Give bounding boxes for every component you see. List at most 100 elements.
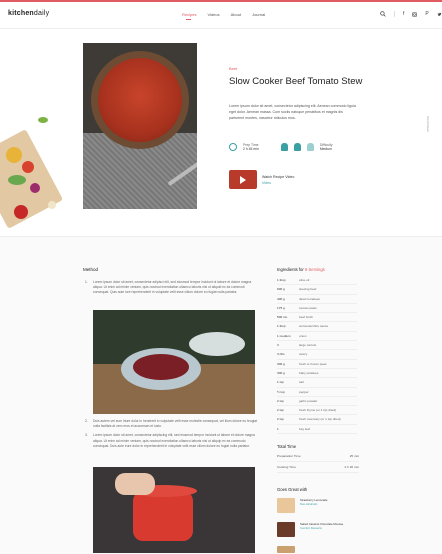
ingredient-quantity: 300 g [277,370,285,375]
ingredient-name: bay leaf [299,426,310,431]
recipe-category[interactable]: Beef [229,66,237,71]
main-nav: Recipes Videos About Journal [182,12,265,20]
ingredient-name: diced tomatoes [299,296,320,301]
recipe-video-link[interactable]: Watch Recipe Video Video [229,170,294,189]
ingredient-row: 2 tsp fresh rosemary (or 1 tsp dried) [277,415,357,425]
ingredient-quantity: 1 tbsp [277,278,286,282]
ingredient-quantity: 400 g [277,296,285,301]
ingredient-row: 1 tbsp olive oil [277,276,357,286]
ingredient-quantity: 2 tsp [277,408,284,413]
ingredient-row: 500 mL beef broth [277,313,357,323]
ingredient-row: 1 tbsp worcestershire sauce [277,322,357,332]
ingredient-name: pepper [299,389,309,394]
total-time-heading: Total Time [277,444,297,449]
chef-hat-icon [306,143,314,151]
ingredient-row: 300 g baby potatoes [277,369,357,379]
scroll-down-text: Scroll Down [426,116,430,133]
vegetables-board-image [0,109,78,229]
pairing-thumbnail[interactable] [277,546,295,553]
pairing-item[interactable]: Salted Caramel Chocolate Mousse Comfort D… [277,522,343,537]
difficulty: Difficulty Medium [319,143,333,151]
ingredient-quantity: 2 tsp [277,398,284,403]
ingredient-quantity: 900 g [277,287,285,292]
ingredient-quantity: 500 mL [277,315,288,320]
method-step: 1. Lorem ipsum dolor sit amet, consectetu… [85,280,252,295]
nav-journal[interactable]: Journal [252,12,265,17]
recipe-meta: Prep Time 2 h 45 min Difficulty Medium [229,143,333,151]
ingredient-quantity: 1 medium [277,333,291,338]
recipe-title: Slow Cooker Beef Tomato Stew [229,76,363,87]
ingredient-quantity: 3 [277,343,279,348]
ingredient-quantity: 175 g [277,305,285,310]
ingredient-row: 300 g fresh or frozen peas [277,360,357,369]
nav-videos[interactable]: Videos [207,12,219,17]
ingredient-name: baby potatoes [299,370,319,375]
header-icons: f P [380,11,442,17]
recipe-intro: Lorem ipsum dolor sit amet, consectetur … [229,104,356,120]
ingredient-row: 400 g diced tomatoes [277,295,357,304]
ingredient-name: salt [299,380,304,385]
ingredient-quantity: 1 tsp [277,380,284,385]
ingredient-name: onion [299,333,307,338]
site-logo[interactable]: kitchendaily [8,10,49,17]
ingredient-name: fresh thyme (or 1 tsp dried) [299,408,337,413]
ingredient-name: beef broth [299,315,313,320]
pairing-thumbnail[interactable] [277,498,295,513]
nav-about[interactable]: About [231,12,241,17]
facebook-icon[interactable]: f [403,11,404,17]
ingredient-name: garlic powder [299,398,318,403]
video-thumbnail[interactable] [229,170,257,189]
clock-icon [229,143,237,151]
ingredient-row: 900 g stewing beef [277,285,357,295]
ingredient-name: worcestershire sauce [299,324,329,329]
ingredient-name: olive oil [299,278,310,282]
cook-time-row: Cooking Time 2 h 20 min [277,463,359,473]
header-divider [394,11,395,17]
instagram-icon[interactable] [412,11,418,17]
pairing-item[interactable]: Strawberry Lemonade Non-Alcoholic [277,498,328,513]
ingredient-row: 1 medium onion [277,332,357,342]
goes-great-heading: Goes Great with [277,487,308,492]
ingredient-quantity: ½ tsp [277,389,285,394]
method-step: 3. Lorem ipsum dolor sit amet, consectetu… [85,433,255,448]
twitter-icon[interactable] [437,12,442,17]
ingredient-quantity: 2 tsp [277,417,284,422]
video-subtitle: Video [262,180,272,185]
ingredient-quantity: 1 tbsp [277,324,286,329]
method-heading: Method [83,267,99,272]
ingredient-name: tomato paste [299,305,317,310]
ingredient-quantity: 300 g [277,361,285,366]
ingredient-row: ½ tsp pepper [277,388,357,397]
video-title[interactable]: Watch Recipe Video [262,174,294,180]
prep-time-row: Preparation Time 25 min [277,452,359,462]
ingredient-name: fresh or frozen peas [299,361,327,366]
ingredient-row: 2 tsp fresh thyme (or 1 tsp dried) [277,406,357,416]
pinterest-icon[interactable]: P [425,11,428,17]
recipe-main-image [83,43,197,209]
nav-recipes[interactable]: Recipes [182,12,196,20]
method-steps: 1. Lorem ipsum dolor sit amet, consectetu… [85,280,257,296]
site-header: kitchendaily Recipes Videos About Journa… [0,2,442,29]
recipe-hero [0,29,442,234]
ingredient-row: 1 tsp salt [277,378,357,388]
ingredients-list: 1 tbsp olive oil 900 g stewing beef 400 g dic… [277,276,357,435]
pairing-thumbnail[interactable] [277,522,295,537]
prep-time: Prep Time 2 h 45 min [243,143,259,151]
ingredient-row: 3 ribs celery [277,350,357,360]
ingredient-name: large carrots [299,343,317,348]
raw-beef-image [93,310,255,414]
servings-selector[interactable]: 6 Servings [305,267,325,272]
chef-hat-icon [280,143,288,151]
method-step: 2. Duis autem vel eum iriure dolor in hen… [85,419,258,429]
ingredients-heading: Ingredients for 6 Servings [277,267,325,272]
ingredient-name: celery [299,352,308,357]
dutch-oven-image [93,467,255,553]
ingredient-quantity: 3 ribs [277,352,285,357]
ingredient-row: 175 g tomato paste [277,304,357,314]
ingredient-name: fresh rosemary (or 1 tsp dried) [299,417,341,422]
search-icon[interactable] [380,11,386,17]
ingredient-row: 1 bay leaf [277,425,357,435]
ingredient-row: 3 large carrots [277,341,357,351]
pairing-item[interactable] [277,546,295,553]
ingredient-name: stewing beef [299,287,317,292]
